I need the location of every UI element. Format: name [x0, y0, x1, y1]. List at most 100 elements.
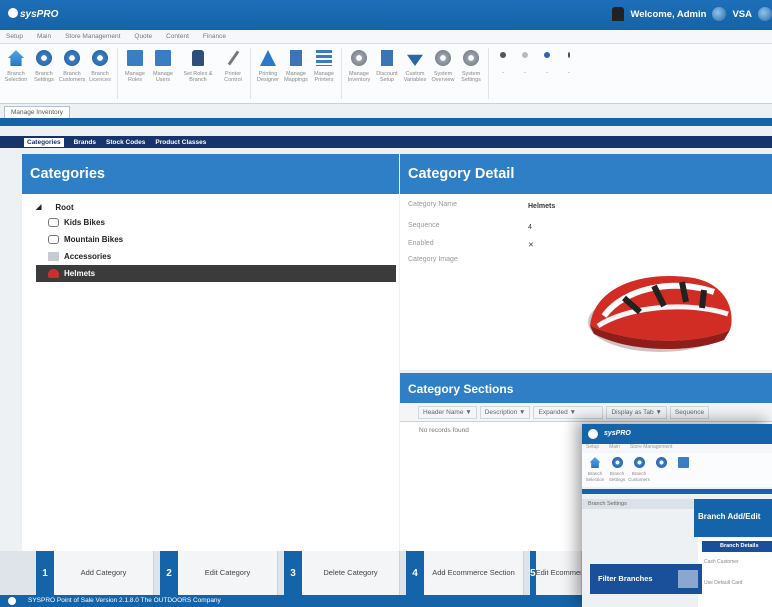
- delete-category-button[interactable]: 3 Delete Category: [284, 551, 400, 595]
- bike-icon: [48, 218, 59, 227]
- menu-bar: Setup Main Store Management Quote Conten…: [0, 30, 772, 44]
- system-settings-button[interactable]: System Settings: [457, 44, 485, 103]
- col-description[interactable]: Description ▼: [479, 405, 531, 419]
- overlay-menu-setup[interactable]: Setup: [586, 444, 599, 453]
- col-expanded[interactable]: Expanded ▼: [533, 405, 604, 419]
- printing-designer-button[interactable]: Printing Designer: [254, 44, 282, 103]
- edit-ecommerce-section-button[interactable]: 5Edit Ecommerce Section: [530, 551, 582, 595]
- printer-control-button[interactable]: Printer Control: [219, 44, 247, 103]
- sections-grid-header: Header Name ▼ Description ▼ Expanded ▼ D…: [400, 403, 772, 422]
- col-sequence[interactable]: Sequence: [669, 405, 710, 419]
- overview-icon: [435, 50, 451, 66]
- tree-item-kids-bikes[interactable]: Kids Bikes: [36, 214, 396, 231]
- tab-brands[interactable]: Brands: [74, 139, 96, 146]
- system-overview-button[interactable]: System Overview: [429, 44, 457, 103]
- branch-selection-button[interactable]: Branch Selection: [2, 44, 30, 103]
- overlay-tool-5[interactable]: [672, 453, 694, 487]
- overlay-branch-settings-bar: Branch Settings: [582, 499, 694, 509]
- field-label-enabled: Enabled: [408, 240, 434, 247]
- globe-icon[interactable]: [712, 7, 727, 21]
- gear-icon: [64, 50, 80, 66]
- tab-manage-inventory[interactable]: Manage Inventory: [4, 106, 71, 118]
- manage-users-button[interactable]: Manage Users: [149, 44, 177, 103]
- settings-icon[interactable]: [758, 7, 772, 21]
- category-image-helmet[interactable]: [584, 268, 736, 356]
- ribbon-toolbar: Branch Selection Branch Settings Branch …: [0, 44, 772, 104]
- manage-mappings-button[interactable]: Manage Mappings: [282, 44, 310, 103]
- col-display-as-tab[interactable]: Display as Tab ▼: [606, 405, 667, 419]
- field-sequence[interactable]: 4: [528, 224, 532, 236]
- tree-root[interactable]: ◢ Root: [36, 200, 396, 214]
- tab-categories[interactable]: Categories: [24, 137, 64, 147]
- col-header-name[interactable]: Header Name ▼: [418, 405, 477, 419]
- manage-roles-button[interactable]: Manage Roles: [121, 44, 149, 103]
- field-cash-customer[interactable]: Cash Customer: [704, 559, 739, 565]
- menu-quote[interactable]: Quote: [134, 33, 152, 40]
- brush-icon: [227, 50, 239, 66]
- branch-settings-button[interactable]: Branch Settings: [30, 44, 58, 103]
- printer-icon: [316, 50, 332, 66]
- tree-item-helmets[interactable]: Helmets: [36, 265, 396, 282]
- branch-licences-button[interactable]: Branch Licences: [86, 44, 114, 103]
- discount-setup-button[interactable]: Discount Setup: [373, 44, 401, 103]
- title-bar: sysPRO Welcome, Admin VSA: [0, 0, 772, 30]
- overlay-menu-main[interactable]: Main: [609, 444, 620, 453]
- edit-category-button[interactable]: 2 Edit Category: [160, 551, 278, 595]
- filter-branches-panel[interactable]: Filter Branches: [590, 564, 702, 594]
- add-ecommerce-section-button[interactable]: 4 Add Ecommerce Section: [406, 551, 524, 595]
- welcome-text: Welcome, Admin: [630, 8, 707, 20]
- overlay-branch-selection-button[interactable]: Branch Selection: [584, 453, 606, 487]
- category-tree: ◢ Root Kids Bikes Mountain Bikes Accessor…: [36, 200, 396, 282]
- menu-finance[interactable]: Finance: [203, 33, 226, 40]
- tab-stock-codes[interactable]: Stock Codes: [106, 139, 145, 146]
- overlay-menu-store-management[interactable]: Store Management: [630, 444, 673, 453]
- overlay-title-bar: sysPRO: [582, 424, 772, 444]
- field-label-category-name: Category Name: [408, 201, 458, 208]
- tab-product-classes[interactable]: Product Classes: [155, 139, 206, 146]
- menu-store-management[interactable]: Store Management: [65, 33, 120, 40]
- user-area: Welcome, Admin VSA: [612, 7, 772, 21]
- field-label-sequence: Sequence: [408, 222, 440, 229]
- menu-content[interactable]: Content: [166, 33, 189, 40]
- menu-setup[interactable]: Setup: [6, 33, 23, 40]
- tree-item-mountain-bikes[interactable]: Mountain Bikes: [36, 231, 396, 248]
- overlay-ribbon: Branch Selection Branch Settings Branch …: [582, 453, 772, 487]
- field-enabled-checkbox[interactable]: ✕: [528, 241, 534, 253]
- gear-icon: [633, 457, 645, 468]
- branch-customers-button[interactable]: Branch Customers: [58, 44, 86, 103]
- tab-rule: [0, 118, 772, 126]
- custom-variables-button[interactable]: Custom Variables: [401, 44, 429, 103]
- app-status-icon: [8, 597, 16, 605]
- overlay-menu-bar: Setup Main Store Management: [582, 444, 772, 453]
- gear-icon: [655, 457, 667, 468]
- quick-tool-1[interactable]: -: [492, 44, 514, 103]
- quick-tool-4[interactable]: -: [558, 44, 580, 103]
- tree-item-accessories[interactable]: Accessories: [36, 248, 396, 265]
- overlay-branch-settings-button[interactable]: Branch Settings: [606, 453, 628, 487]
- overlay-branch-customers-button[interactable]: Branch Customers: [628, 453, 650, 487]
- manage-inventory-button[interactable]: Manage Inventory: [345, 44, 373, 103]
- designer-icon: [260, 50, 276, 66]
- categories-header: Categories: [22, 154, 399, 194]
- menu-main[interactable]: Main: [37, 33, 51, 40]
- inventory-subtabs: Categories Brands Stock Codes Product Cl…: [0, 136, 772, 148]
- field-category-name[interactable]: Helmets: [528, 203, 555, 215]
- gear-icon: [611, 457, 623, 468]
- set-roles-branch-button[interactable]: Set Roles & Branch: [177, 44, 219, 103]
- folder-icon: [127, 50, 143, 66]
- house-icon: [589, 457, 601, 468]
- grid-empty-message: No records found: [419, 427, 469, 434]
- overlay-tool-4[interactable]: [650, 453, 672, 487]
- field-use-default-card[interactable]: Use Default Card: [704, 580, 742, 586]
- branch-details-header: Branch Details: [702, 541, 772, 552]
- manage-printers-button[interactable]: Manage Printers: [310, 44, 338, 103]
- user-icon: [612, 7, 625, 21]
- quick-tool-3[interactable]: -: [536, 44, 558, 103]
- filter-input[interactable]: [678, 570, 698, 588]
- variables-icon: [407, 54, 423, 66]
- folder-icon: [677, 457, 689, 468]
- house-icon: [8, 50, 24, 66]
- quick-tool-2[interactable]: -: [514, 44, 536, 103]
- add-category-button[interactable]: 1 Add Category: [36, 551, 154, 595]
- gear-icon: [92, 50, 108, 66]
